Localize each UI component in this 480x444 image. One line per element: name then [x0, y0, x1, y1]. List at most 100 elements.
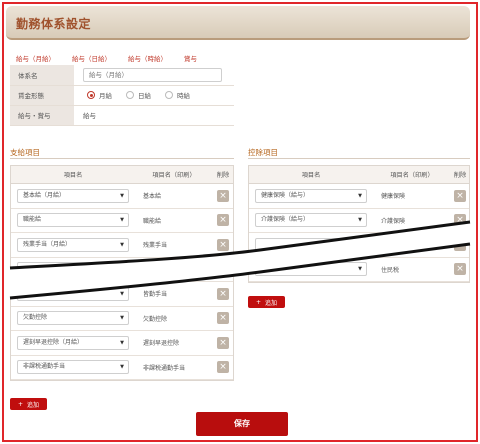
- header-print: 項目名（印刷）: [390, 172, 434, 179]
- header-name: 項目名: [63, 172, 83, 179]
- table-row: 基本給（月給） ▼ 基本給 ×: [11, 184, 233, 209]
- name-input[interactable]: 給与（月給）: [83, 67, 222, 82]
- close-icon: ×: [219, 239, 227, 250]
- item-print-name: 基本給: [143, 193, 162, 201]
- wage-type-radio-group: 月給 日給 時給: [83, 90, 234, 100]
- delete-button[interactable]: ×: [217, 238, 229, 251]
- delete-button[interactable]: ×: [454, 263, 466, 276]
- item-print-name: 介護保険: [381, 217, 406, 225]
- item-select[interactable]: 住民税 ▼: [255, 262, 367, 277]
- caret-down-icon: ▼: [120, 364, 124, 371]
- wage-radio-hourly[interactable]: 時給: [165, 90, 190, 100]
- page-title: 勤務体系設定: [16, 17, 92, 31]
- caret-down-icon: ▼: [120, 290, 124, 297]
- tab-daily[interactable]: 給与（日給）: [72, 53, 111, 65]
- item-select[interactable]: 健康保険（給与） ▼: [255, 188, 367, 203]
- deduction-items-table: 項目名 項目名（印刷） 削除 健康保険（給与） ▼ 健康保険 × 介護保険（給与） ▼ 介護…: [248, 165, 470, 283]
- close-icon: ×: [456, 264, 464, 275]
- table-row: 皆勤手当 ▼ 皆勤手当 ×: [11, 282, 233, 307]
- close-icon: ×: [456, 215, 464, 226]
- item-print-name: 非課税通勤手当: [143, 364, 186, 372]
- deduction-add-button[interactable]: + 追加: [248, 296, 286, 308]
- caret-down-icon: ▼: [120, 241, 124, 248]
- close-icon: ×: [219, 215, 227, 226]
- delete-button[interactable]: ×: [454, 189, 466, 202]
- wage-radio-monthly[interactable]: 月給: [87, 90, 112, 100]
- item-select[interactable]: ▼: [255, 237, 367, 252]
- wage-type-label: 賃金形態: [10, 85, 74, 106]
- delete-button[interactable]: ×: [217, 263, 229, 276]
- item-print-name: 遅刻早退控除: [143, 340, 180, 348]
- caret-down-icon: ▼: [120, 192, 124, 199]
- table-row: 非課税通勤手当 ▼ 非課税通勤手当 ×: [11, 356, 233, 380]
- close-icon: ×: [456, 239, 464, 250]
- table-row: 職能給 ▼ 職能給 ×: [11, 209, 233, 233]
- delete-button[interactable]: ×: [454, 238, 466, 251]
- item-select[interactable]: 遅刻早退控除（月給） ▼: [17, 335, 129, 350]
- wage-radio-daily[interactable]: 日給: [126, 90, 151, 100]
- header-delete: 削除: [216, 172, 230, 179]
- item-print-name: 健康保険: [381, 193, 406, 201]
- item-select[interactable]: 残業手当（月給） ▼: [17, 237, 129, 252]
- settings-form: 体系名 給与（月給） 賃金形態 月給 日給 時給 給与・賞与 給与: [10, 65, 234, 126]
- item-select[interactable]: 基本給（月給） ▼: [17, 188, 129, 203]
- item-select[interactable]: 欠勤控除 ▼: [17, 311, 129, 326]
- category-value: 給与: [74, 105, 234, 126]
- header-print: 項目名（印刷）: [152, 172, 196, 179]
- table-row: 介護保険（給与） ▼ 介護保険 ×: [249, 209, 469, 233]
- close-icon: ×: [456, 190, 464, 201]
- tab-hourly[interactable]: 給与（時給）: [128, 53, 167, 65]
- category-label: 給与・賞与: [10, 105, 74, 126]
- delete-button[interactable]: ×: [217, 336, 229, 349]
- item-print-name: 皆勤手当: [143, 291, 168, 299]
- close-icon: ×: [219, 337, 227, 348]
- plus-icon: +: [256, 298, 262, 306]
- item-print-name: 住民税: [381, 266, 400, 274]
- radio-unchecked-icon: [126, 91, 134, 99]
- table-row: 住民税 ▼ 住民税 ×: [249, 258, 469, 282]
- title-bar: 勤務体系設定: [6, 6, 470, 40]
- payment-section-title: 支給項目: [10, 147, 234, 159]
- delete-button[interactable]: ×: [217, 361, 229, 374]
- item-select[interactable]: ▼: [17, 262, 129, 277]
- item-select[interactable]: 介護保険（給与） ▼: [255, 213, 367, 228]
- caret-down-icon: ▼: [358, 266, 362, 273]
- delete-button[interactable]: ×: [217, 312, 229, 325]
- item-select[interactable]: 皆勤手当 ▼: [17, 286, 129, 301]
- name-label: 体系名: [10, 65, 74, 86]
- caret-down-icon: ▼: [120, 315, 124, 322]
- payment-add-button[interactable]: + 追加: [10, 398, 48, 410]
- header-name: 項目名: [301, 172, 321, 179]
- table-header: 項目名 項目名（印刷） 削除: [11, 166, 233, 184]
- caret-down-icon: ▼: [358, 192, 362, 199]
- plus-icon: +: [18, 400, 24, 408]
- close-icon: ×: [219, 264, 227, 275]
- radio-unchecked-icon: [165, 91, 173, 99]
- table-header: 項目名 項目名（印刷） 削除: [249, 166, 469, 184]
- tab-bar: 給与（月給） 給与（日給） 給与（時給） 賞与: [16, 53, 214, 65]
- delete-button[interactable]: ×: [217, 287, 229, 300]
- table-row: ▼ ×: [249, 233, 469, 258]
- close-icon: ×: [219, 313, 227, 324]
- radio-checked-icon: [87, 91, 95, 99]
- delete-button[interactable]: ×: [217, 214, 229, 227]
- payment-items-table: 項目名 項目名（印刷） 削除 基本給（月給） ▼ 基本給 × 職能給 ▼ 職能給 × 残業手当（…: [10, 165, 234, 381]
- close-icon: ×: [219, 362, 227, 373]
- header-delete: 削除: [453, 172, 467, 179]
- table-row: 健康保険（給与） ▼ 健康保険 ×: [249, 184, 469, 209]
- table-row: 欠勤控除 ▼ 欠勤控除 ×: [11, 307, 233, 331]
- caret-down-icon: ▼: [358, 241, 362, 248]
- delete-button[interactable]: ×: [454, 214, 466, 227]
- deduction-section-title: 控除項目: [248, 147, 470, 159]
- tab-bonus[interactable]: 賞与: [184, 53, 197, 65]
- tab-monthly[interactable]: 給与（月給）: [16, 53, 55, 65]
- close-icon: ×: [219, 190, 227, 201]
- save-button[interactable]: 保存: [196, 412, 288, 436]
- delete-button[interactable]: ×: [217, 189, 229, 202]
- close-icon: ×: [219, 288, 227, 299]
- item-select[interactable]: 非課税通勤手当 ▼: [17, 360, 129, 375]
- item-select[interactable]: 職能給 ▼: [17, 213, 129, 228]
- item-print-name: 欠勤控除: [143, 315, 168, 323]
- caret-down-icon: ▼: [120, 266, 124, 273]
- caret-down-icon: ▼: [120, 217, 124, 224]
